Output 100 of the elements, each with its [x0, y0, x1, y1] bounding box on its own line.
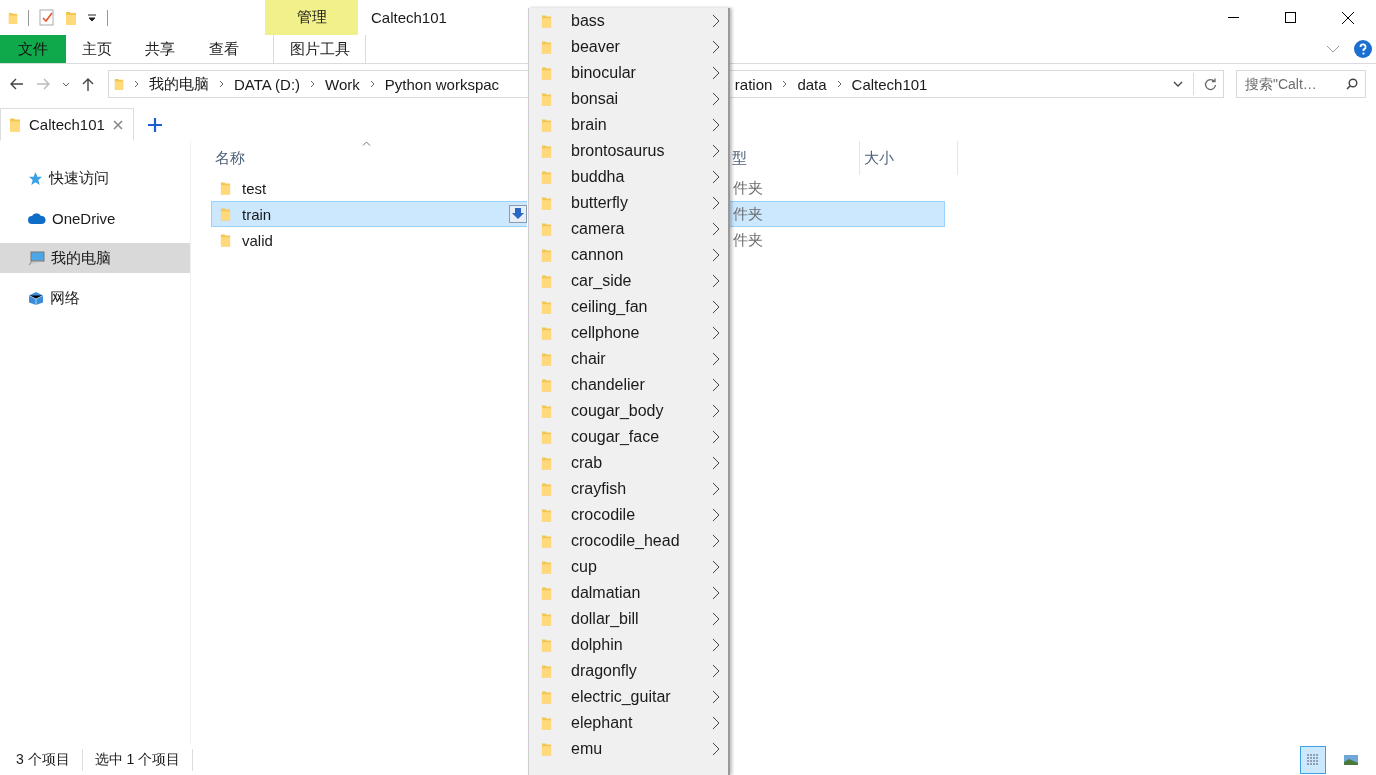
chevron-right-icon [712, 92, 720, 106]
menu-item[interactable]: brain [529, 112, 728, 138]
breadcrumb-segment[interactable]: data [797, 75, 827, 93]
ribbon-tab[interactable]: 共享 [128, 35, 191, 63]
column-header[interactable]: 大小 [860, 141, 958, 175]
chevron-right-icon [712, 612, 720, 626]
ribbon-tab[interactable]: 主页 [66, 35, 128, 63]
chevron-right-icon [712, 664, 720, 678]
file-name: test [242, 179, 267, 197]
back-icon[interactable] [10, 78, 24, 90]
chevron-right-icon[interactable] [782, 80, 788, 88]
menu-item[interactable]: elephant [529, 710, 728, 736]
folder-icon [541, 247, 552, 263]
folder-icon [541, 143, 552, 159]
file-type: 件夹 [732, 229, 764, 250]
file-row[interactable]: valid [211, 227, 527, 253]
sidebar-item[interactable]: OneDrive [0, 203, 190, 233]
file-row[interactable]: test [211, 175, 527, 201]
folder-icon [541, 273, 552, 289]
folder-icon [541, 39, 552, 55]
menu-item[interactable]: butterfly [529, 190, 728, 216]
folder-icon [541, 117, 552, 133]
chevron-right-icon[interactable] [310, 80, 316, 88]
chevron-right-icon[interactable] [134, 80, 139, 88]
menu-item[interactable]: dragonfly [529, 658, 728, 684]
breadcrumb-segment[interactable]: Caltech101 [851, 75, 928, 93]
chevron-right-icon [712, 534, 720, 548]
menu-item[interactable]: dalmatian [529, 580, 728, 606]
properties-icon[interactable] [39, 9, 55, 26]
chevron-right-icon [712, 118, 720, 132]
menu-item[interactable]: bonsai [529, 86, 728, 112]
sidebar-item[interactable]: 我的电脑 [0, 243, 190, 273]
chevron-right-icon[interactable] [369, 80, 375, 88]
menu-item[interactable]: buddha [529, 164, 728, 190]
menu-item[interactable]: cougar_body [529, 398, 728, 424]
chevron-right-icon [712, 300, 720, 314]
window-title: Caltech101 [371, 9, 447, 26]
chevron-down-icon[interactable] [1173, 81, 1183, 87]
menu-item[interactable]: chandelier [529, 372, 728, 398]
chevron-right-icon[interactable] [219, 80, 224, 88]
menu-item[interactable]: bass [529, 8, 728, 34]
breadcrumb-segment[interactable]: DATA (D:) [234, 75, 301, 93]
menu-item[interactable]: cellphone [529, 320, 728, 346]
breadcrumb-segment[interactable]: 我的电脑 [149, 74, 209, 94]
item-count: 3 个项目 [16, 751, 70, 769]
breadcrumb-segment[interactable]: ration [734, 75, 773, 93]
add-tab-icon[interactable] [147, 117, 162, 132]
breadcrumb-segment[interactable]: Work [325, 75, 360, 93]
chevron-right-icon [712, 248, 720, 262]
menu-item[interactable]: car_side [529, 268, 728, 294]
chevron-right-icon [712, 40, 720, 54]
file-row[interactable]: train [211, 201, 527, 227]
maximize-icon[interactable] [1285, 12, 1296, 23]
help-icon[interactable] [1354, 40, 1372, 58]
menu-item[interactable]: crayfish [529, 476, 728, 502]
menu-item[interactable]: ceiling_fan [529, 294, 728, 320]
folder-icon [541, 507, 552, 523]
ribbon-tab[interactable]: 查看 [191, 35, 256, 63]
dropdown-icon[interactable] [87, 13, 97, 22]
menu-item[interactable]: beaver [529, 34, 728, 60]
folder-icon [541, 637, 552, 653]
close-icon[interactable] [1342, 11, 1354, 24]
menu-item[interactable]: emu [529, 736, 728, 762]
menu-item[interactable]: cannon [529, 242, 728, 268]
file-tab[interactable]: 文件 [0, 35, 66, 63]
folder-icon [541, 299, 552, 315]
refresh-icon[interactable] [1204, 77, 1217, 91]
menu-item[interactable]: cup [529, 554, 728, 580]
chevron-right-icon [712, 430, 720, 444]
menu-item[interactable]: crocodile [529, 502, 728, 528]
chevron-right-icon [712, 404, 720, 418]
chevron-right-icon [712, 508, 720, 522]
file-type: 件夹 [732, 177, 764, 198]
menu-item[interactable]: chair [529, 346, 728, 372]
menu-item[interactable]: crab [529, 450, 728, 476]
recent-dropdown-icon[interactable] [62, 81, 70, 87]
menu-item[interactable]: dolphin [529, 632, 728, 658]
chevron-right-icon [712, 690, 720, 704]
menu-item[interactable]: camera [529, 216, 728, 242]
sidebar-item[interactable]: 快速访问 [0, 163, 190, 193]
search-field[interactable]: 搜索"Calt… [1236, 70, 1366, 98]
menu-item[interactable]: dollar_bill [529, 606, 728, 632]
folder-icon [541, 221, 552, 237]
document-tab[interactable]: Caltech101 [0, 108, 134, 141]
context-group-label: 管理 [265, 0, 358, 35]
chevron-right-icon [712, 66, 720, 80]
chevron-right-icon [712, 560, 720, 574]
up-icon[interactable] [82, 77, 94, 91]
menu-item[interactable]: brontosaurus [529, 138, 728, 164]
folder-icon [541, 65, 552, 81]
sidebar-item[interactable]: 网络 [0, 283, 190, 313]
folder-icon [220, 180, 231, 196]
menu-item[interactable]: cougar_face [529, 424, 728, 450]
search-icon [1346, 78, 1358, 90]
star-icon [28, 170, 43, 186]
menu-item[interactable]: crocodile_head [529, 528, 728, 554]
menu-item[interactable]: electric_guitar [529, 684, 728, 710]
chevron-right-icon [712, 14, 720, 28]
menu-item[interactable]: binocular [529, 60, 728, 86]
chevron-right-icon[interactable] [836, 80, 842, 88]
